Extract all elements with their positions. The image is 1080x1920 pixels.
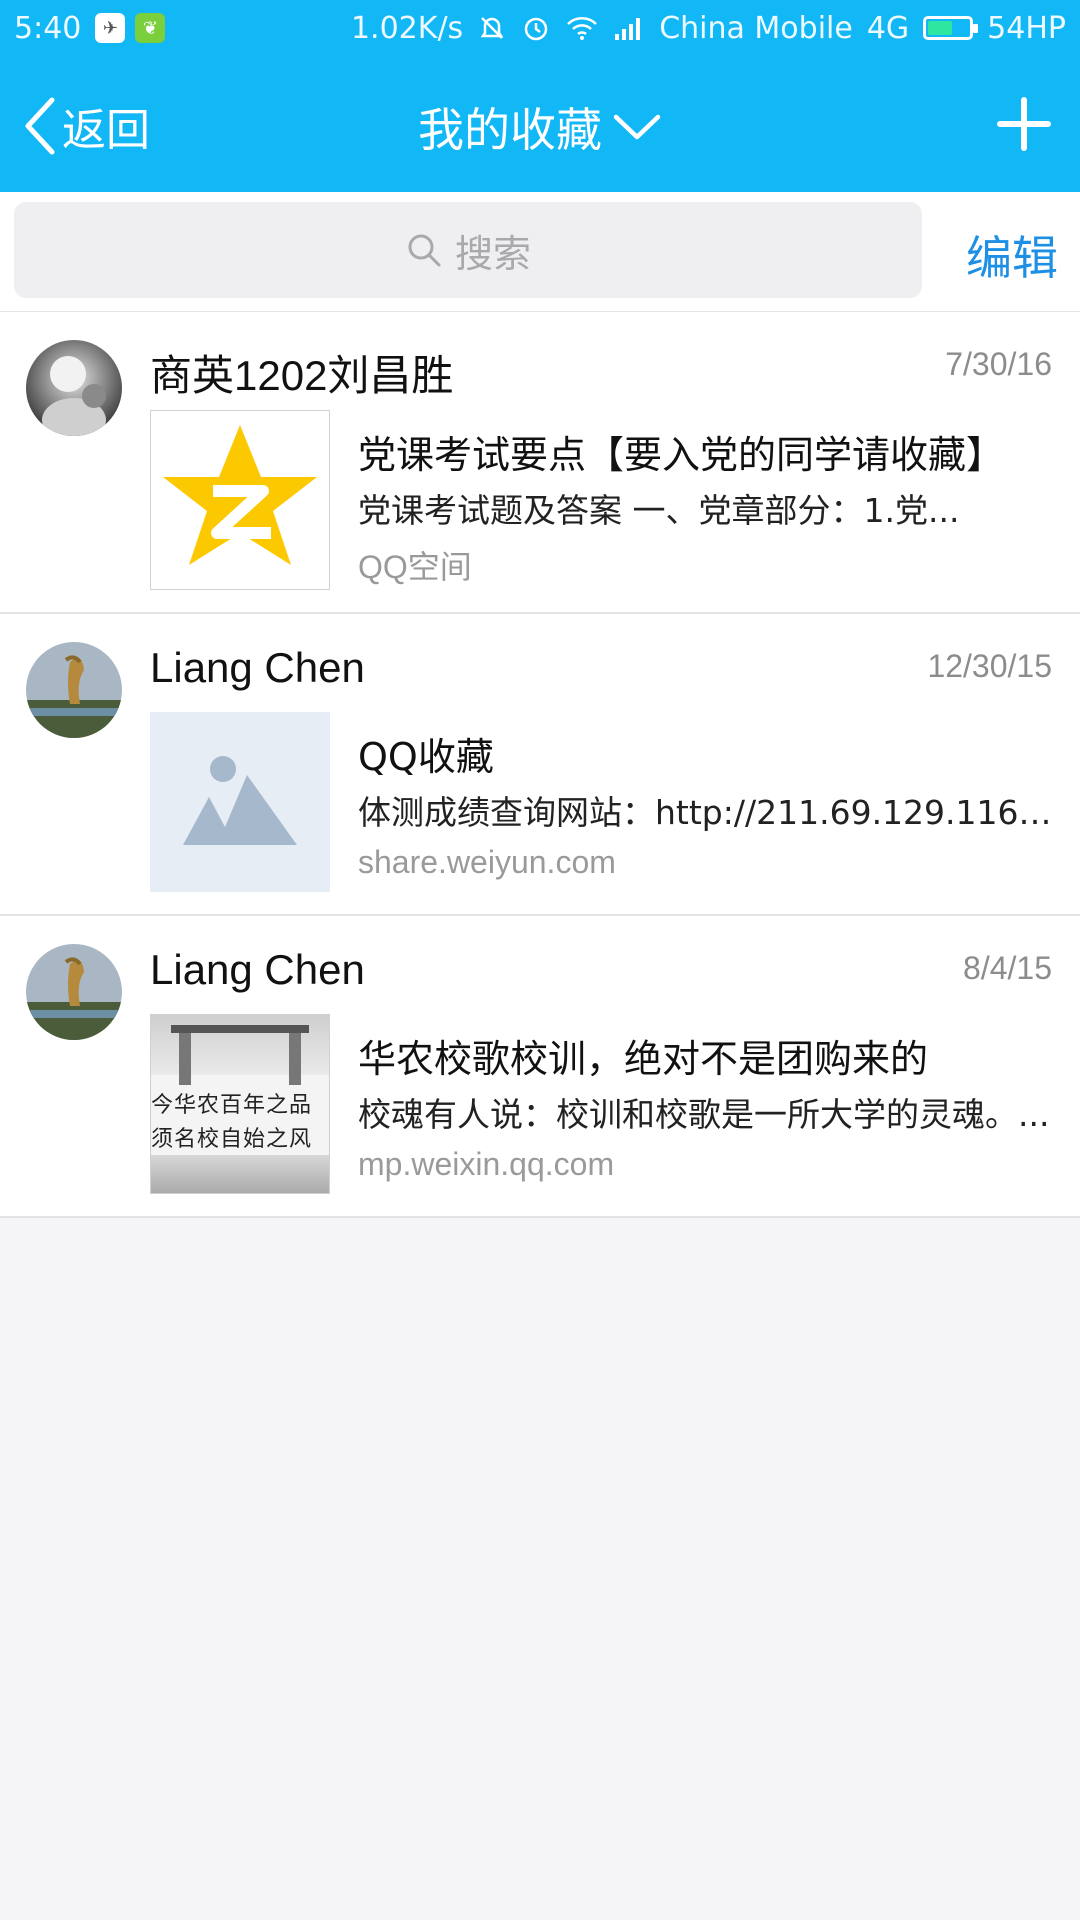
search-icon — [408, 234, 441, 267]
page-title: 我的收藏 — [418, 103, 602, 157]
image-placeholder-thumbnail — [150, 712, 330, 892]
item-description: 党课考试题及答案 一、党章部分：1.党... — [358, 491, 960, 530]
network-type: 4G — [866, 10, 910, 46]
item-title: QQ收藏 — [358, 735, 494, 779]
sender-name: Liang Chen — [150, 946, 365, 993]
item-date: 12/30/15 — [927, 648, 1052, 684]
thumbnail-text-line-1: 今华农百年之品 — [151, 1093, 313, 1118]
avatar[interactable] — [26, 642, 122, 738]
item-source: share.weiyun.com — [358, 844, 616, 880]
avatar[interactable] — [26, 944, 122, 1040]
image-placeholder-icon — [183, 756, 297, 845]
item-source: mp.weixin.qq.com — [358, 1146, 615, 1182]
list-item[interactable]: Liang Chen 12/30/15 QQ收藏 体测成绩查询网站：http:/… — [0, 614, 1080, 916]
item-title: 党课考试要点【要入党的同学请收藏】 — [358, 433, 1005, 477]
item-date: 7/30/16 — [945, 346, 1052, 382]
leaf-app-icon: ❦ — [135, 13, 166, 43]
chevron-down-icon — [613, 114, 661, 140]
alarm-icon — [521, 13, 551, 43]
item-date: 8/4/15 — [963, 950, 1052, 986]
add-button[interactable] — [996, 96, 1052, 156]
title-dropdown[interactable]: 我的收藏 — [0, 94, 1080, 160]
school-gate-thumbnail: 今华农百年之品 须名校自始之风 — [150, 1014, 330, 1194]
carrier-name: China Mobile — [659, 10, 853, 46]
search-placeholder: 搜索 — [454, 231, 531, 276]
app-notification-icon: ✈ — [95, 13, 126, 43]
thumbnail-text-line-2: 须名校自始之风 — [151, 1127, 313, 1152]
list-item[interactable]: 商英1202刘昌胜 7/30/16 党课考试要点【要入党的同学请收藏】 党课考试… — [0, 312, 1080, 614]
list-item[interactable]: Liang Chen 8/4/15 今华农百年之品 须名校自始之风 华农校歌校训… — [0, 916, 1080, 1218]
sender-name: Liang Chen — [150, 644, 365, 691]
nav-bar: 返回 我的收藏 — [0, 56, 1080, 192]
wifi-icon — [565, 13, 599, 43]
network-speed: 1.02K/s — [350, 10, 464, 46]
signal-icon — [613, 14, 645, 42]
qzone-star-thumbnail — [150, 410, 330, 590]
avatar[interactable] — [26, 340, 122, 436]
favorites-list: 商英1202刘昌胜 7/30/16 党课考试要点【要入党的同学请收藏】 党课考试… — [0, 312, 1080, 1218]
item-title: 华农校歌校训，绝对不是团购来的 — [358, 1037, 929, 1081]
header: 5:40 ✈ ❦ 1.02K/s China Mobile 4G 54HP 返回… — [0, 0, 1080, 192]
status-bar: 5:40 ✈ ❦ 1.02K/s China Mobile 4G 54HP — [0, 0, 1080, 56]
mute-bell-icon — [477, 13, 507, 43]
search-row: 搜索 编辑 — [0, 192, 1080, 312]
battery-icon — [923, 16, 979, 40]
edit-button[interactable]: 编辑 — [966, 222, 1058, 288]
plus-icon — [997, 97, 1051, 151]
battery-text: 54HP — [987, 10, 1066, 46]
sender-name: 商英1202刘昌胜 — [150, 352, 454, 399]
item-description: 校魂有人说：校训和校歌是一所大学的灵魂。... — [358, 1095, 1050, 1134]
item-source: QQ空间 — [358, 549, 472, 585]
status-time: 5:40 — [14, 10, 82, 46]
search-input[interactable]: 搜索 — [14, 202, 922, 298]
item-description: 体测成绩查询网站：http://211.69.129.116:850... — [358, 793, 1052, 832]
